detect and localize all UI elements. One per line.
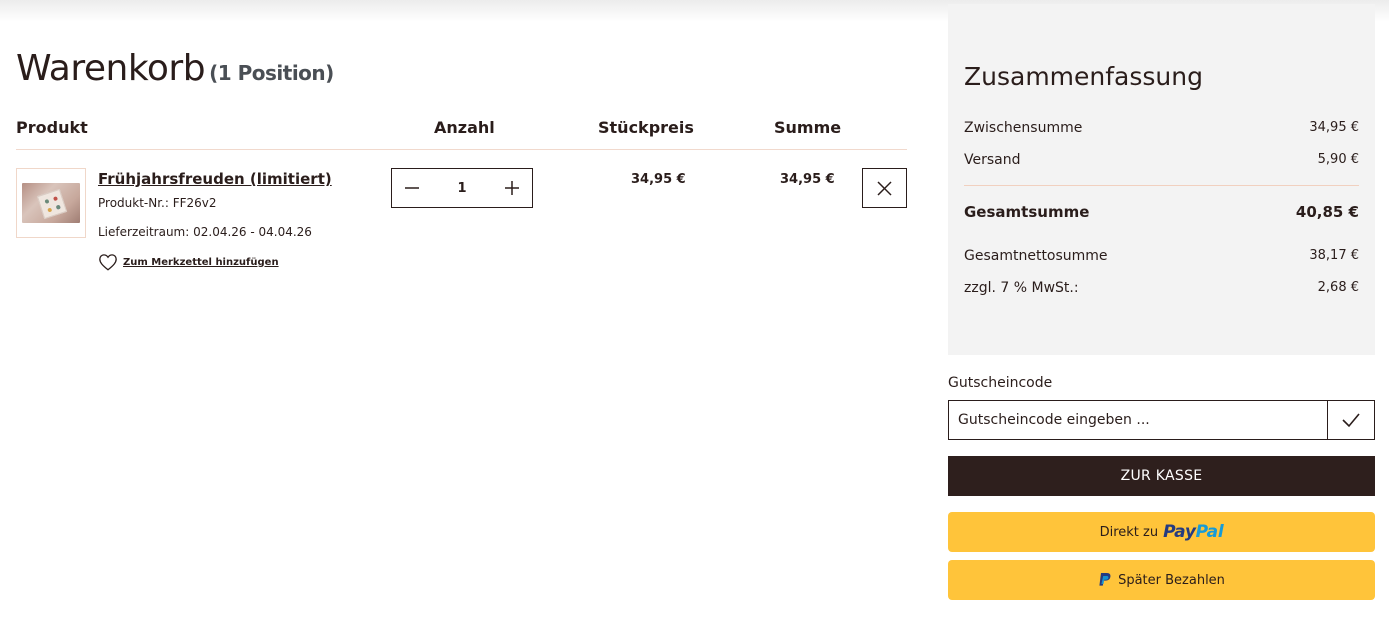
summary-divider (964, 185, 1359, 186)
coupon-input[interactable] (949, 401, 1327, 439)
line-total: 34,95 € (780, 172, 835, 187)
column-header-unit-price: Stückpreis (598, 118, 694, 137)
net-total-row: Gesamtnettosumme 38,17 € (964, 248, 1359, 264)
column-header-product: Produkt (16, 118, 88, 137)
decrease-quantity-button[interactable] (392, 169, 432, 207)
shipping-row: Versand 5,90 € (964, 152, 1359, 168)
coupon-label: Gutscheincode (948, 375, 1053, 391)
order-summary: Zusammenfassung Zwischensumme 34,95 € Ve… (948, 4, 1375, 355)
remove-item-button[interactable] (862, 168, 907, 208)
column-header-total: Summe (774, 118, 842, 137)
paypal-express-button[interactable]: Direkt zu PayPal (948, 512, 1375, 552)
quantity-value[interactable]: 1 (457, 181, 466, 196)
shipping-value: 5,90 € (1317, 152, 1359, 167)
shipping-label: Versand (964, 152, 1021, 168)
grand-total-value: 40,85 € (1295, 203, 1359, 221)
subtotal-row: Zwischensumme 34,95 € (964, 120, 1359, 136)
product-name-link[interactable]: Frühjahrsfreuden (limitiert) (98, 170, 332, 188)
subtotal-value: 34,95 € (1309, 120, 1359, 135)
paypal-pay-later-button[interactable]: Später Bezahlen (948, 560, 1375, 600)
apply-coupon-button[interactable] (1327, 401, 1374, 439)
heart-icon (99, 254, 117, 271)
summary-title: Zusammenfassung (964, 62, 1203, 91)
vat-value: 2,68 € (1317, 280, 1359, 295)
grand-total-row: Gesamtsumme 40,85 € (964, 203, 1359, 221)
net-total-value: 38,17 € (1309, 248, 1359, 263)
product-photo (22, 183, 80, 223)
unit-price: 34,95 € (631, 172, 686, 187)
net-total-label: Gesamtnettosumme (964, 248, 1108, 264)
checkmark-icon (1342, 413, 1360, 428)
subtotal-label: Zwischensumme (964, 120, 1083, 136)
paypal-pay-later-label: Später Bezahlen (1118, 572, 1225, 588)
wishlist-label: Zum Merkzettel hinzufügen (123, 256, 279, 268)
product-image[interactable] (16, 168, 86, 238)
paypal-icon (1099, 573, 1111, 586)
increase-quantity-button[interactable] (492, 169, 532, 207)
paypal-logo: PayPal (1163, 522, 1224, 542)
quantity-stepper: 1 (391, 168, 533, 208)
minus-icon (405, 187, 419, 189)
page-title: Warenkorb (1 Position) (16, 48, 334, 89)
paypal-express-label: Direkt zu (1099, 524, 1159, 540)
delivery-period: Lieferzeitraum: 02.04.26 - 04.04.26 (98, 225, 312, 239)
plus-icon (504, 181, 519, 195)
header-divider (16, 149, 907, 150)
close-icon (877, 180, 892, 196)
checkout-button[interactable]: ZUR KASSE (948, 456, 1375, 496)
grand-total-label: Gesamtsumme (964, 203, 1090, 221)
product-number: Produkt-Nr.: FF26v2 (98, 196, 217, 210)
column-header-quantity: Anzahl (434, 118, 495, 137)
vat-label: zzgl. 7 % MwSt.: (964, 280, 1079, 296)
product-card-graphic (36, 188, 68, 220)
cart-item-count: (1 Position) (209, 61, 334, 85)
coupon-form (948, 400, 1375, 440)
vat-row: zzgl. 7 % MwSt.: 2,68 € (964, 280, 1359, 296)
add-to-wishlist-button[interactable]: Zum Merkzettel hinzufügen (98, 253, 279, 271)
